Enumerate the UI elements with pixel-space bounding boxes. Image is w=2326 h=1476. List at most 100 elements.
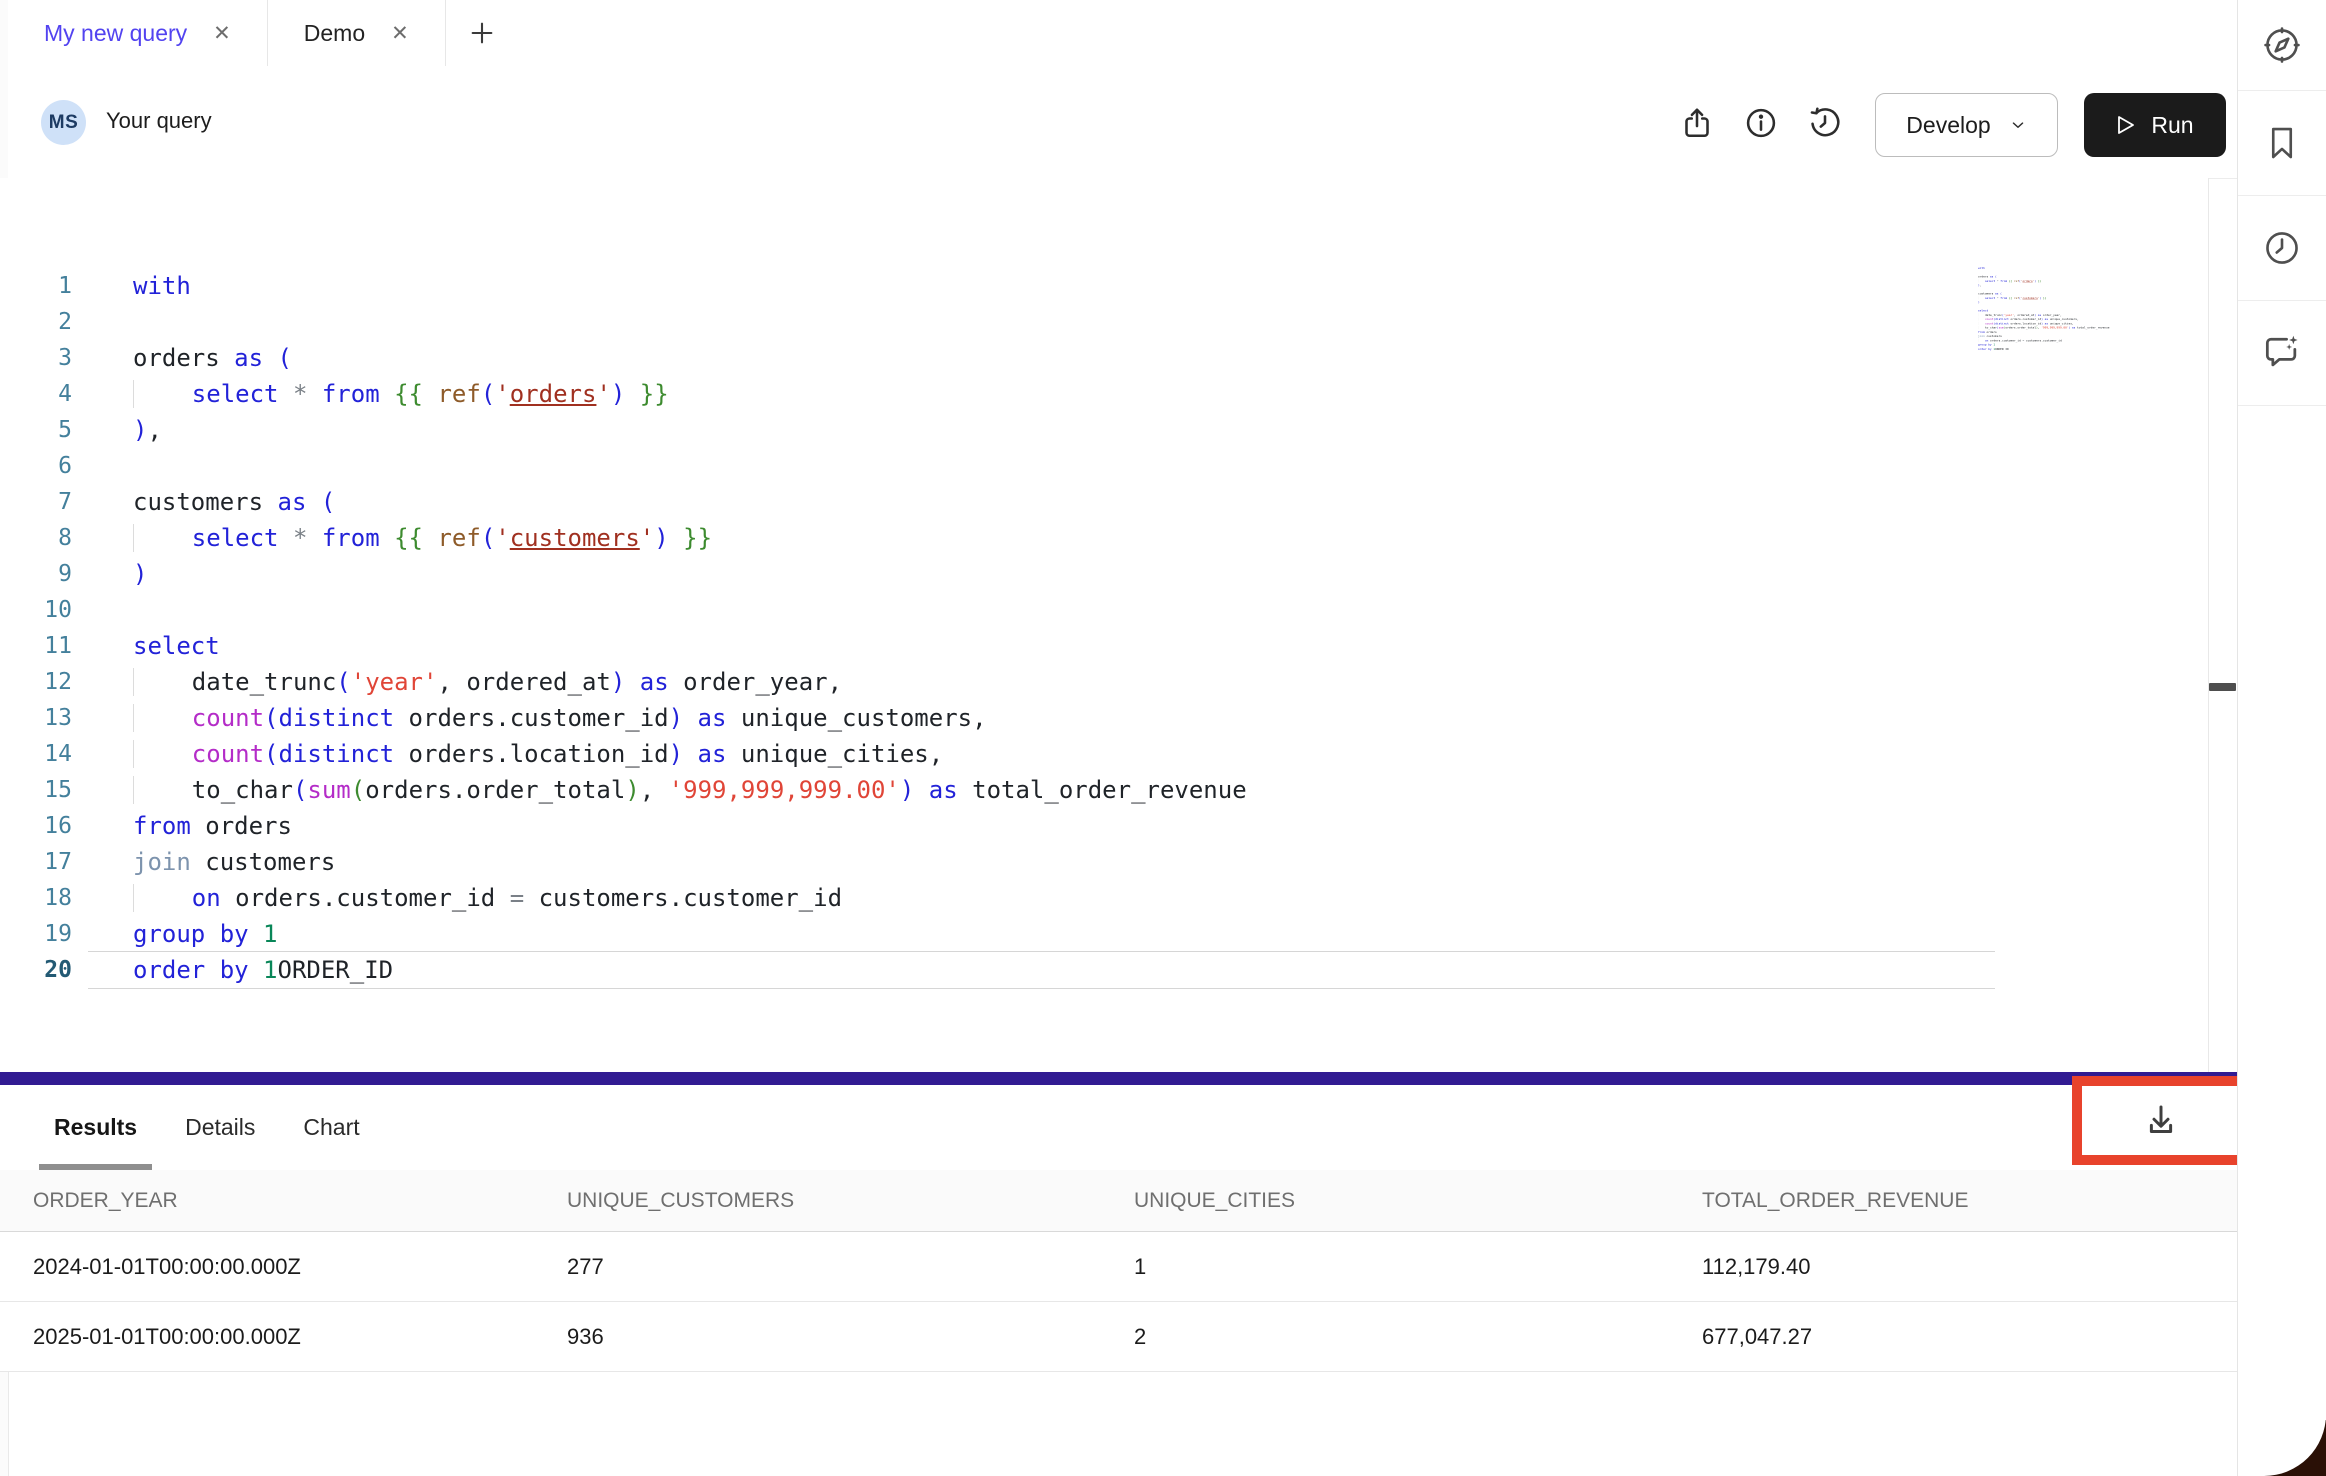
line-number: 15 — [0, 772, 78, 808]
new-tab-button[interactable] — [446, 0, 518, 66]
play-icon — [2116, 114, 2136, 136]
line-number: 4 — [0, 376, 78, 412]
code-line[interactable]: ), — [133, 412, 1247, 448]
bookmark-icon — [2261, 122, 2303, 164]
clock-icon — [2261, 227, 2303, 269]
tab-label: Demo — [304, 20, 365, 47]
download-icon — [2140, 1100, 2182, 1142]
share-button[interactable] — [1678, 104, 1716, 142]
code-line[interactable]: from orders — [133, 808, 1247, 844]
line-number: 14 — [0, 736, 78, 772]
line-number: 6 — [0, 448, 78, 484]
panel-resize-handle[interactable] — [2209, 683, 2236, 691]
info-button[interactable] — [1742, 104, 1780, 142]
code-line[interactable]: date_trunc('year', ordered_at) as order_… — [133, 664, 1247, 700]
table-cell: 2025-01-01T00:00:00.000Z — [0, 1324, 567, 1350]
history-button[interactable] — [1806, 104, 1844, 142]
line-number: 16 — [0, 808, 78, 844]
develop-label: Develop — [1906, 112, 1990, 139]
code-line[interactable]: group by 1 — [133, 916, 1247, 952]
info-icon — [1743, 105, 1779, 141]
line-number: 2 — [0, 304, 78, 340]
sidebar-compass-button[interactable] — [2238, 0, 2326, 91]
sql-editor[interactable]: 1234567891011121314151617181920 withorde… — [0, 178, 2208, 1072]
tab-label: My new query — [44, 20, 187, 47]
share-icon — [1679, 105, 1715, 141]
code-line[interactable]: customers as ( — [133, 484, 1247, 520]
table-cell: 2 — [1134, 1324, 1702, 1350]
line-number-gutter: 1234567891011121314151617181920 — [0, 268, 78, 988]
results-table: 2024-01-01T00:00:00.000Z2771112,179.4020… — [0, 1232, 2237, 1372]
code-line[interactable]: order by 1ORDER_ID — [133, 952, 1247, 988]
line-number: 8 — [0, 520, 78, 556]
right-sidebar — [2237, 0, 2326, 1476]
table-header-cell: UNIQUE_CUSTOMERS — [567, 1189, 1134, 1213]
close-icon[interactable]: ✕ — [213, 23, 231, 44]
table-header-cell: ORDER_YEAR — [0, 1189, 567, 1213]
minimap[interactable]: withorders as ( select * from {{ ref('or… — [1978, 266, 2148, 376]
history-icon — [1807, 105, 1843, 141]
code-lines: with orders as ( select * from {{ ref('or… — [133, 268, 1247, 988]
table-row: 2025-01-01T00:00:00.000Z9362677,047.27 — [0, 1302, 2237, 1372]
sidebar-history-button[interactable] — [2238, 196, 2326, 301]
run-button[interactable]: Run — [2084, 93, 2226, 157]
table-cell: 112,179.40 — [1702, 1254, 2237, 1280]
line-number: 11 — [0, 628, 78, 664]
editor-right-border — [2208, 178, 2209, 1072]
line-number: 9 — [0, 556, 78, 592]
line-number: 19 — [0, 916, 78, 952]
line-number: 12 — [0, 664, 78, 700]
code-line[interactable] — [133, 592, 1247, 628]
table-row: 2024-01-01T00:00:00.000Z2771112,179.40 — [0, 1232, 2237, 1302]
results-tab-details[interactable]: Details — [185, 1085, 255, 1170]
develop-button[interactable]: Develop — [1875, 93, 2058, 157]
line-number: 7 — [0, 484, 78, 520]
table-cell: 1 — [1134, 1254, 1702, 1280]
chat-sparkles-icon — [2260, 331, 2304, 375]
line-number: 20 — [0, 952, 78, 988]
code-line[interactable]: ) — [133, 556, 1247, 592]
line-number: 10 — [0, 592, 78, 628]
code-line[interactable]: count(distinct orders.location_id) as un… — [133, 736, 1247, 772]
table-header-cell: UNIQUE_CITIES — [1134, 1189, 1702, 1213]
sidebar-ai-chat-button[interactable] — [2238, 301, 2326, 406]
sidebar-bookmark-button[interactable] — [2238, 91, 2326, 196]
results-tab-bar: Results Details Chart — [0, 1085, 2237, 1170]
table-cell: 2024-01-01T00:00:00.000Z — [0, 1254, 567, 1280]
line-number: 5 — [0, 412, 78, 448]
code-line[interactable]: on orders.customer_id = customers.custom… — [133, 880, 1247, 916]
tab-my-new-query[interactable]: My new query ✕ — [8, 0, 268, 66]
line-number: 3 — [0, 340, 78, 376]
line-number: 1 — [0, 268, 78, 304]
results-tab-chart[interactable]: Chart — [303, 1085, 359, 1170]
run-label: Run — [2151, 112, 2193, 139]
code-line[interactable] — [133, 304, 1247, 340]
plus-icon — [468, 19, 496, 47]
results-divider-bar[interactable] — [0, 1072, 2237, 1085]
tab-demo[interactable]: Demo ✕ — [268, 0, 446, 66]
code-line[interactable]: select * from {{ ref('customers') }} — [133, 520, 1247, 556]
corner-decoration — [2240, 1420, 2326, 1476]
code-line[interactable]: count(distinct orders.customer_id) as un… — [133, 700, 1247, 736]
page-title: Your query — [106, 108, 212, 134]
results-tab-results[interactable]: Results — [54, 1085, 137, 1170]
code-line[interactable]: orders as ( — [133, 340, 1247, 376]
line-number: 18 — [0, 880, 78, 916]
code-line[interactable]: select * from {{ ref('orders') }} — [133, 376, 1247, 412]
code-lines: withorders as ( select * from {{ ref('or… — [1978, 266, 1998, 351]
code-line[interactable]: to_char(sum(orders.order_total), '999,99… — [133, 772, 1247, 808]
code-line[interactable]: join customers — [133, 844, 1247, 880]
tab-bar: My new query ✕ Demo ✕ — [8, 0, 2237, 67]
table-cell: 277 — [567, 1254, 1134, 1280]
line-number: 17 — [0, 844, 78, 880]
chevron-down-icon — [2009, 116, 2027, 134]
code-line[interactable]: select — [133, 628, 1247, 664]
download-button[interactable] — [2140, 1100, 2182, 1142]
annotation-red-box — [2072, 1076, 2250, 1165]
table-cell: 936 — [567, 1324, 1134, 1350]
code-line[interactable] — [133, 448, 1247, 484]
line-number: 13 — [0, 700, 78, 736]
close-icon[interactable]: ✕ — [391, 23, 409, 44]
code-line[interactable]: with — [133, 268, 1247, 304]
table-cell: 677,047.27 — [1702, 1324, 2237, 1350]
